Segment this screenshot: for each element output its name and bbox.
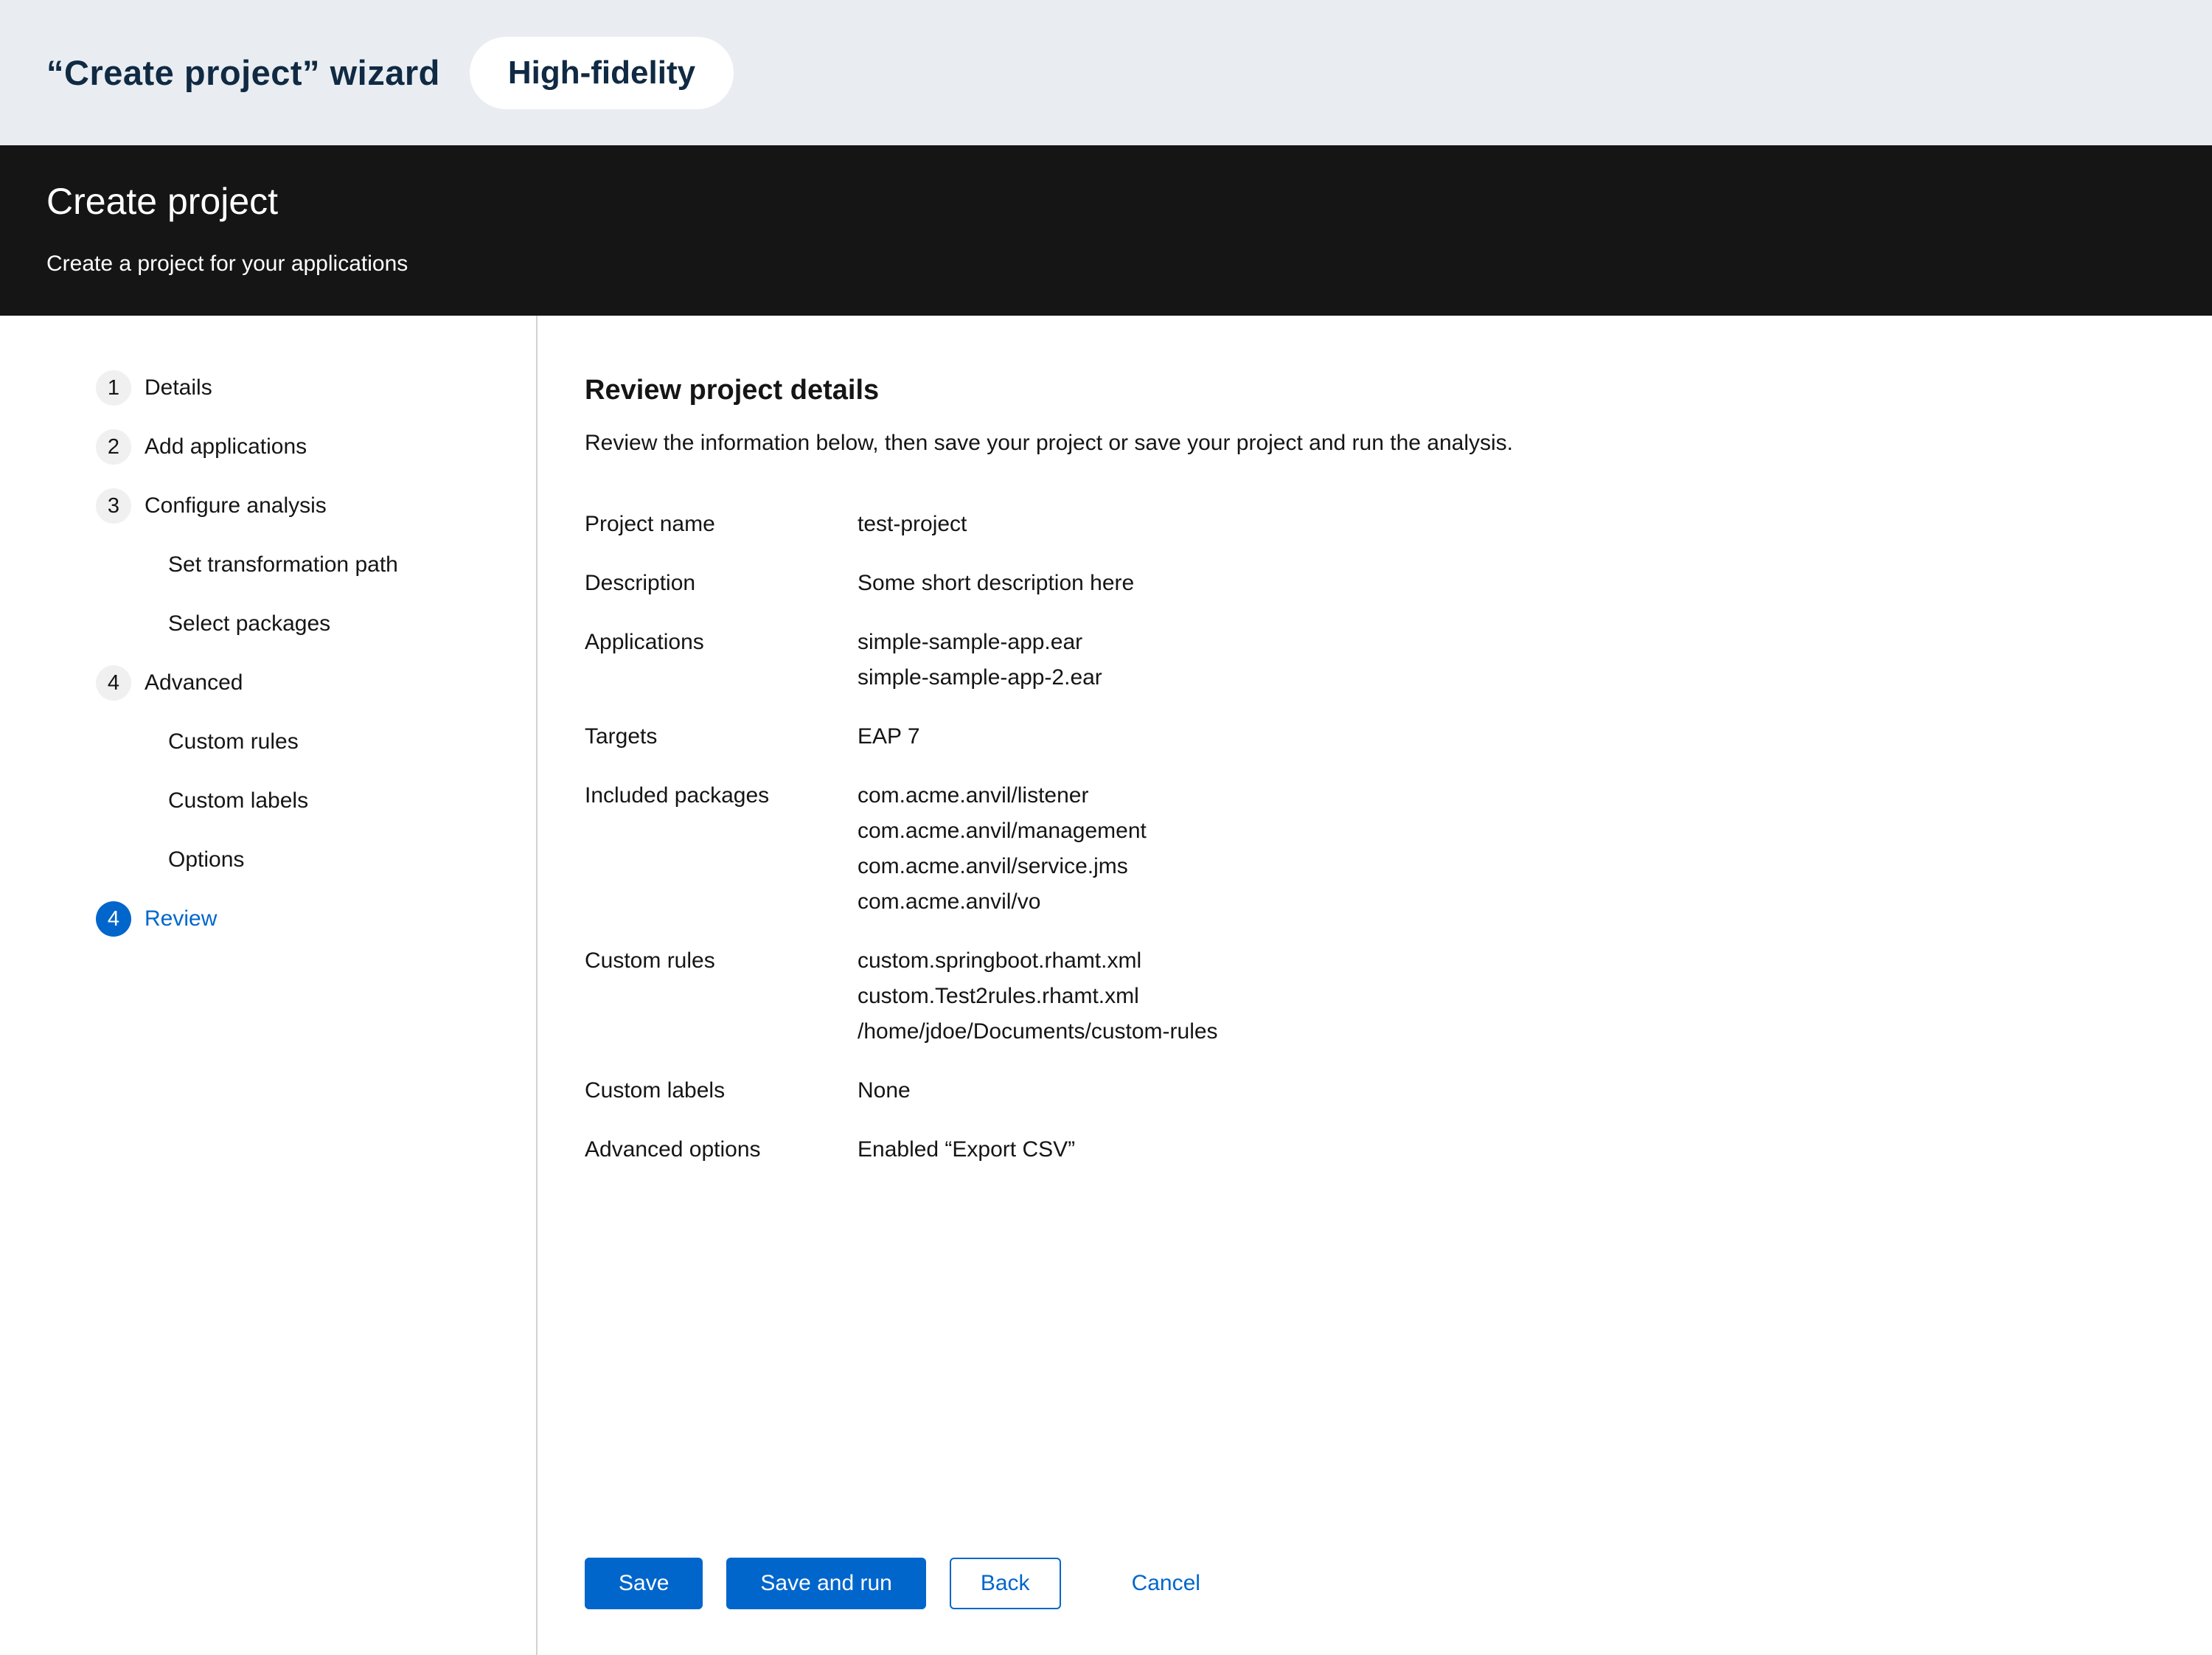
step-label: Configure analysis [145,493,327,518]
wizard-subtitle: Create a project for your applications [46,251,2212,277]
field-label: Targets [585,719,858,754]
review-field-row: Applications simple-sample-app.earsimple… [585,625,2212,695]
step-number-badge: 4 [96,901,131,937]
wizard-step-details[interactable]: 1 Details [0,370,536,406]
review-field-row: Included packages com.acme.anvil/listene… [585,778,2212,920]
step-number-badge: 2 [96,429,131,465]
cancel-button[interactable]: Cancel [1132,1558,1200,1609]
field-value-line: com.acme.anvil/listener [858,778,1147,813]
wizard-step-options[interactable]: Options [0,842,536,878]
step-number-badge: 3 [96,488,131,524]
field-value: simple-sample-app.earsimple-sample-app-2… [858,625,1102,695]
field-value-line: None [858,1073,911,1108]
field-value-line: test-project [858,507,967,542]
step-label: Set transformation path [168,552,398,577]
step-label: Review [145,906,217,931]
top-banner: “Create project” wizard High-fidelity [0,0,2212,145]
field-label: Project name [585,507,858,542]
review-field-row: Project name test-project [585,507,2212,542]
field-value-line: simple-sample-app-2.ear [858,660,1102,695]
field-value-line: Enabled “Export CSV” [858,1132,1075,1167]
review-field-row: Custom labels None [585,1073,2212,1108]
wizard-nav: 1 Details 2 Add applications 3 Configure… [0,316,536,937]
wizard-step-review[interactable]: 4 Review [0,901,536,937]
back-button[interactable]: Back [950,1558,1061,1609]
wizard-step-select-packages[interactable]: Select packages [0,606,536,642]
field-value-line: simple-sample-app.ear [858,625,1102,660]
field-value: None [858,1073,911,1108]
wizard-body: 1 Details 2 Add applications 3 Configure… [0,316,2212,1655]
wizard-step-advanced[interactable]: 4 Advanced [0,665,536,701]
step-number-badge: 1 [96,370,131,406]
field-value: Some short description here [858,566,1134,601]
field-value: EAP 7 [858,719,920,754]
banner-title: “Create project” wizard [46,52,440,93]
review-field-row: Targets EAP 7 [585,719,2212,754]
wizard-title: Create project [46,180,2212,223]
field-label: Advanced options [585,1132,858,1167]
wizard-step-configure-analysis[interactable]: 3 Configure analysis [0,488,536,524]
review-panel: Review project details Review the inform… [538,316,2212,1655]
field-label: Applications [585,625,858,695]
field-value-line: com.acme.anvil/management [858,813,1147,849]
field-value: test-project [858,507,967,542]
field-value-line: com.acme.anvil/service.jms [858,849,1147,884]
review-field-row: Custom rules custom.springboot.rhamt.xml… [585,943,2212,1049]
review-fields: Project name test-project Description So… [585,507,2212,1167]
step-label: Add applications [145,434,307,459]
save-and-run-button[interactable]: Save and run [726,1558,925,1609]
wizard-step-set-transformation-path[interactable]: Set transformation path [0,547,536,583]
field-value-line: custom.springboot.rhamt.xml [858,943,1218,979]
review-field-row: Description Some short description here [585,566,2212,601]
fidelity-badge: High-fidelity [470,37,734,109]
field-value-line: com.acme.anvil/vo [858,884,1147,920]
review-title: Review project details [585,372,2212,408]
field-label: Custom rules [585,943,858,1049]
step-label: Advanced [145,670,243,695]
step-number-badge: 4 [96,665,131,701]
review-description: Review the information below, then save … [585,426,2212,461]
review-field-row: Advanced options Enabled “Export CSV” [585,1132,2212,1167]
step-label: Custom rules [168,729,299,754]
step-label: Details [145,375,212,400]
field-value: Enabled “Export CSV” [858,1132,1075,1167]
field-value-line: /home/jdoe/Documents/custom-rules [858,1014,1218,1049]
field-value: custom.springboot.rhamt.xmlcustom.Test2r… [858,943,1218,1049]
step-label: Options [168,847,244,872]
wizard-footer: Save Save and run Back Cancel [585,1558,1200,1609]
field-label: Description [585,566,858,601]
field-label: Custom labels [585,1073,858,1108]
wizard-header: Create project Create a project for your… [0,145,2212,316]
wizard-step-custom-rules[interactable]: Custom rules [0,724,536,760]
step-label: Select packages [168,611,330,636]
step-label: Custom labels [168,788,308,813]
field-value: com.acme.anvil/listenercom.acme.anvil/ma… [858,778,1147,920]
save-button[interactable]: Save [585,1558,703,1609]
field-label: Included packages [585,778,858,920]
field-value-line: EAP 7 [858,719,920,754]
wizard-step-add-applications[interactable]: 2 Add applications [0,429,536,465]
wizard-step-custom-labels[interactable]: Custom labels [0,783,536,819]
field-value-line: Some short description here [858,566,1134,601]
wizard-sidebar: 1 Details 2 Add applications 3 Configure… [0,316,538,1655]
field-value-line: custom.Test2rules.rhamt.xml [858,979,1218,1014]
